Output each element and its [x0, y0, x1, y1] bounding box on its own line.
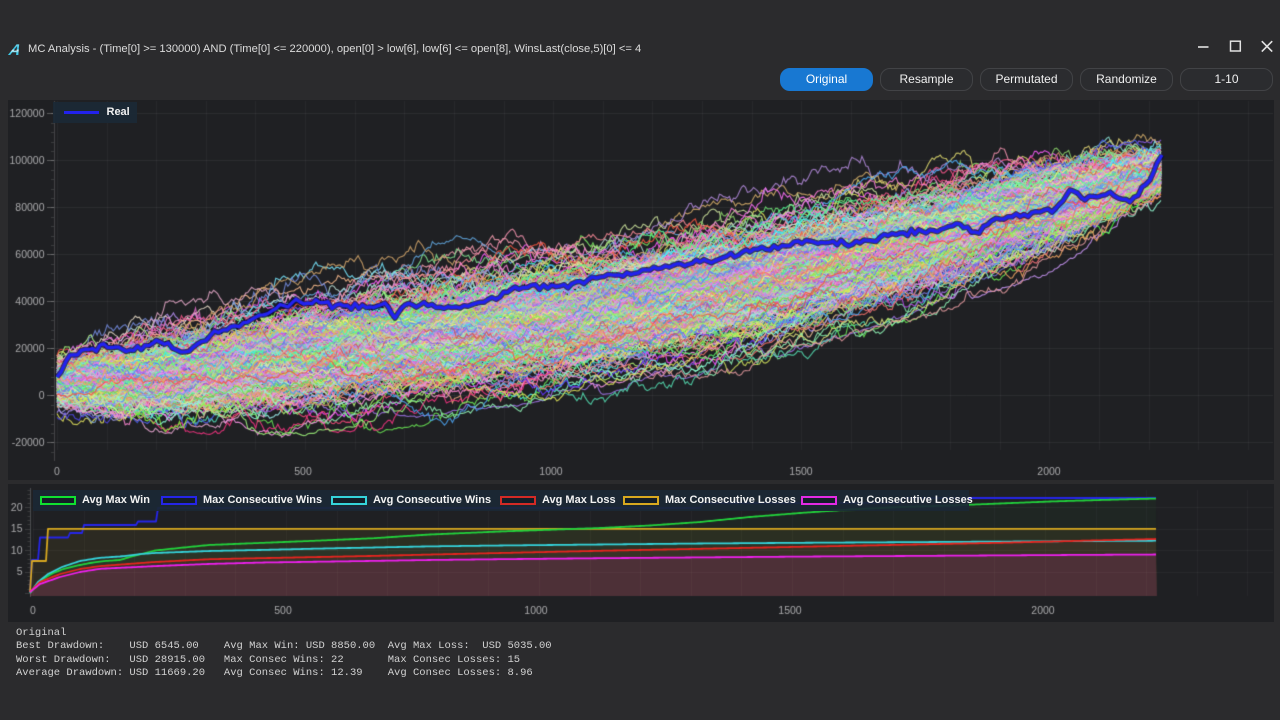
svg-text:A: A [7, 42, 23, 57]
